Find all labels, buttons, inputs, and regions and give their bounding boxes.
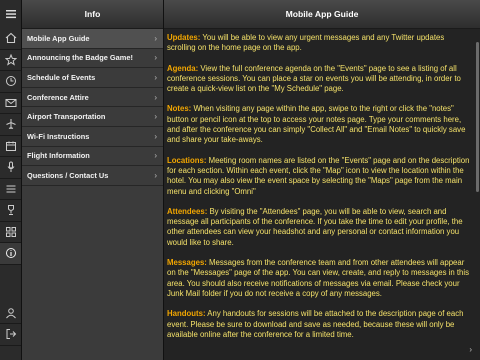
chevron-right-icon: › [154, 112, 157, 122]
section-updates: Updates: You will be able to view any ur… [167, 33, 474, 54]
menu-item-label: Mobile App Guide [27, 33, 90, 43]
menu-icon[interactable] [0, 0, 21, 28]
menu-item-schedule-of-events[interactable]: Schedule of Events › [22, 68, 163, 88]
section-attendees: Attendees: By visiting the "Attendees" p… [167, 207, 474, 248]
menu-item-label: Schedule of Events [27, 72, 96, 82]
mail-icon[interactable] [0, 93, 21, 114]
person-icon[interactable] [0, 303, 21, 324]
section-text: Messages from the conference team and fr… [167, 258, 470, 298]
clock-icon[interactable] [0, 71, 21, 93]
map-pin-icon[interactable] [0, 243, 21, 265]
section-text: Meeting room names are listed on the "Ev… [167, 155, 470, 196]
app-window: Info Mobile App Guide › Announcing the B… [0, 0, 480, 360]
chevron-right-icon: › [154, 33, 157, 43]
star-icon[interactable] [0, 50, 21, 71]
chevron-right-icon: › [154, 170, 157, 180]
section-title: Agenda: [167, 63, 199, 73]
chevron-right-icon: › [154, 131, 157, 141]
menu-item-label: Questions / Contact Us [27, 170, 109, 180]
guide-content[interactable]: Mobile App Guide Updates: You will be ab… [164, 0, 480, 360]
menu-item-flight-information[interactable]: Flight Information › [22, 147, 163, 167]
info-menu: Info Mobile App Guide › Announcing the B… [22, 0, 163, 360]
section-text: By visiting the "Attendees" page, you wi… [167, 206, 463, 247]
section-agenda: Agenda: View the full conference agenda … [167, 64, 474, 95]
chevron-right-icon: › [154, 72, 157, 82]
chevron-right-icon[interactable]: › [469, 345, 472, 354]
section-text: When visiting any page within the app, s… [167, 104, 466, 145]
menu-item-mobile-app-guide[interactable]: Mobile App Guide › [22, 29, 163, 49]
menu-item-wifi-instructions[interactable]: Wi-Fi Instructions › [22, 127, 163, 147]
section-title: Attendees: [167, 206, 208, 216]
section-text: View the full conference agenda on the "… [167, 63, 461, 94]
logout-icon[interactable] [0, 324, 21, 346]
menu-item-badge-game[interactable]: Announcing the Badge Game! › [22, 49, 163, 69]
trophy-icon[interactable] [0, 200, 21, 222]
home-icon[interactable] [0, 28, 21, 50]
section-title: Updates: [167, 33, 201, 42]
section-title: Locations: [167, 155, 207, 165]
guide-body: Updates: You will be able to view any ur… [164, 29, 480, 340]
section-title: Notes: [167, 104, 192, 114]
menu-item-label: Announcing the Badge Game! [27, 53, 133, 63]
section-messages: Messages: Messages from the conference t… [167, 258, 474, 299]
chevron-right-icon: › [154, 53, 157, 63]
grid-icon[interactable] [0, 222, 21, 243]
section-text: Any handouts for sessions will be attach… [167, 309, 464, 339]
menu-item-label: Wi-Fi Instructions [27, 131, 90, 141]
section-notes: Notes: When visiting any page within the… [167, 104, 474, 145]
section-title: Handouts: [167, 309, 206, 319]
menu-item-label: Conference Attire [27, 92, 89, 102]
scrollbar[interactable] [476, 42, 479, 192]
section-handouts: Handouts: Any handouts for sessions will… [167, 309, 474, 340]
airplane-icon[interactable] [0, 114, 21, 136]
menu-title: Info [22, 0, 163, 29]
calendar-icon[interactable] [0, 136, 21, 157]
menu-item-label: Flight Information [27, 151, 90, 161]
section-text: You will be able to view any urgent mess… [167, 33, 445, 53]
icon-rail [0, 0, 22, 360]
menu-item-airport-transportation[interactable]: Airport Transportation › [22, 107, 163, 127]
section-locations: Locations: Meeting room names are listed… [167, 156, 474, 197]
section-title: Messages: [167, 258, 207, 268]
menu-item-questions-contact[interactable]: Questions / Contact Us › [22, 166, 163, 186]
chevron-right-icon: › [154, 151, 157, 161]
list-icon[interactable] [0, 179, 21, 200]
menu-item-conference-attire[interactable]: Conference Attire › [22, 88, 163, 108]
menu-item-label: Airport Transportation [27, 112, 106, 122]
page-title: Mobile App Guide [164, 0, 480, 29]
microphone-icon[interactable] [0, 157, 21, 179]
chevron-right-icon: › [154, 92, 157, 102]
